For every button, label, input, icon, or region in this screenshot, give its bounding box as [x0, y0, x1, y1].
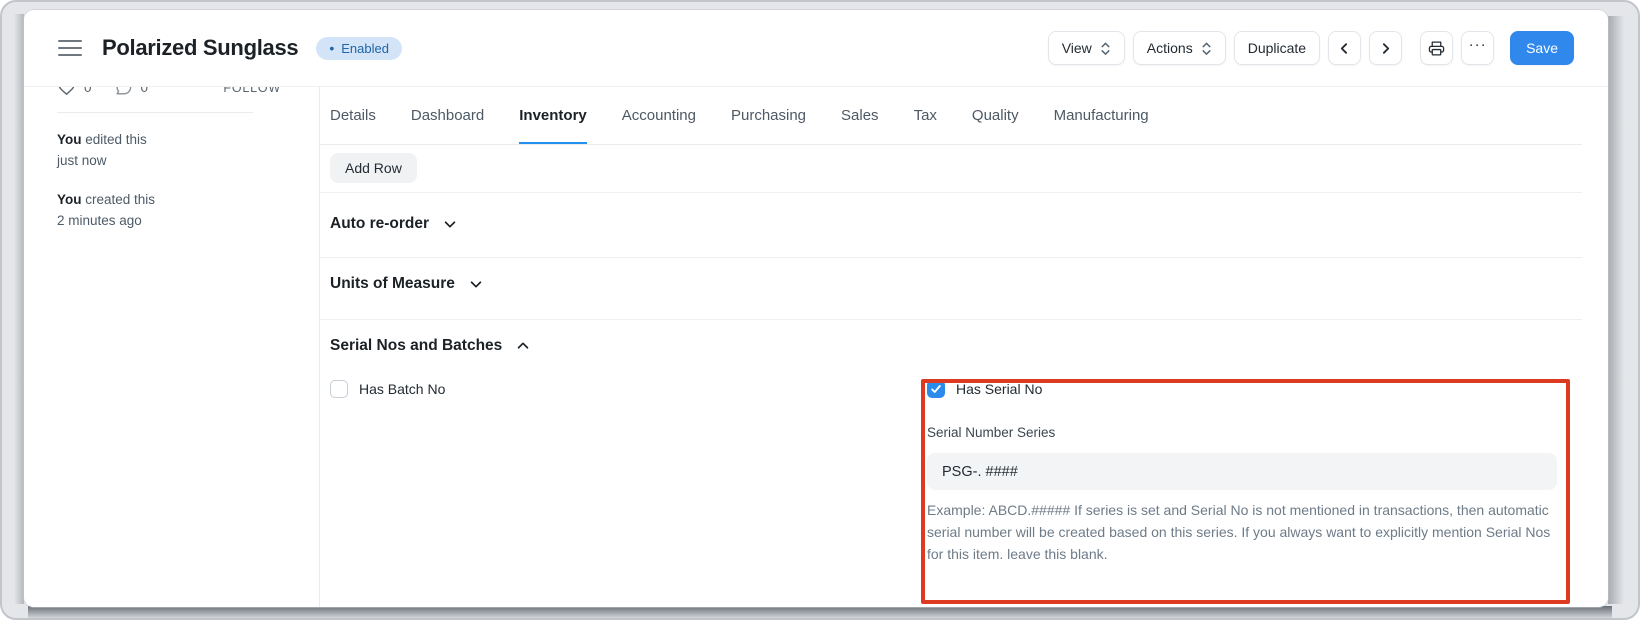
comment-icon[interactable] — [114, 87, 133, 97]
toolbar: View Actions Duplicate — [1048, 31, 1574, 65]
has-batch-no-label: Has Batch No — [359, 381, 445, 397]
serial-number-series-label: Serial Number Series — [927, 425, 1055, 440]
print-button[interactable] — [1420, 31, 1453, 65]
chevron-up-down-icon — [1100, 41, 1111, 56]
tab-tax[interactable]: Tax — [914, 87, 937, 144]
has-serial-no-field[interactable]: Has Serial No — [927, 380, 1042, 398]
window-shadow-bottom — [28, 606, 1612, 620]
serial-number-series-description: Example: ABCD.##### If series is set and… — [927, 499, 1561, 565]
next-record-button[interactable] — [1369, 31, 1402, 65]
section-divider — [320, 257, 1582, 258]
tab-manufacturing[interactable]: Manufacturing — [1054, 87, 1149, 144]
comment-count: 0 — [141, 87, 149, 95]
tabs-bar: Details Dashboard Inventory Accounting P… — [320, 87, 1582, 145]
tab-dashboard[interactable]: Dashboard — [411, 87, 484, 144]
checkmark-icon — [930, 383, 942, 395]
chevron-down-icon — [468, 276, 484, 292]
activity-action: created this — [85, 192, 155, 207]
activity-entry: You edited this just now — [57, 129, 319, 171]
hamburger-menu-icon[interactable] — [58, 40, 82, 57]
activity-when: 2 minutes ago — [57, 210, 319, 231]
app-window: Polarized Sunglass • Enabled View Action… — [24, 10, 1608, 607]
like-count: 0 — [84, 87, 92, 95]
has-batch-no-checkbox[interactable] — [330, 380, 348, 398]
sidebar-follow-row: 0 0 FOLLOW — [57, 87, 281, 97]
duplicate-button[interactable]: Duplicate — [1234, 31, 1320, 65]
sidebar: 0 0 FOLLOW You edited this just now You … — [24, 87, 319, 607]
window-shadow-left — [14, 14, 24, 604]
chevron-left-icon — [1338, 42, 1351, 55]
sidebar-main-divider — [319, 87, 320, 607]
actions-button[interactable]: Actions — [1133, 31, 1226, 65]
previous-record-button[interactable] — [1328, 31, 1361, 65]
has-serial-no-checkbox[interactable] — [927, 380, 945, 398]
save-button[interactable]: Save — [1510, 31, 1574, 65]
tab-purchasing[interactable]: Purchasing — [731, 87, 806, 144]
status-badge-label: Enabled — [341, 42, 389, 55]
serial-number-series-input[interactable] — [927, 453, 1557, 490]
has-serial-no-label: Has Serial No — [956, 381, 1042, 397]
activity-entry: You created this 2 minutes ago — [57, 189, 319, 231]
ellipsis-icon: ··· — [1469, 45, 1487, 51]
tab-accounting[interactable]: Accounting — [622, 87, 696, 144]
add-row-button[interactable]: Add Row — [330, 153, 417, 183]
status-badge: • Enabled — [316, 37, 402, 60]
section-divider — [320, 319, 1582, 320]
section-units-of-measure[interactable]: Units of Measure — [330, 275, 484, 293]
tab-inventory[interactable]: Inventory — [519, 87, 587, 144]
section-serial-nos-batches[interactable]: Serial Nos and Batches — [330, 337, 531, 355]
activity-actor: You — [57, 192, 82, 207]
follow-button[interactable]: FOLLOW — [223, 87, 281, 95]
chevron-down-icon — [442, 216, 458, 232]
activity-when: just now — [57, 150, 319, 171]
view-button[interactable]: View — [1048, 31, 1125, 65]
screenshot-frame: Polarized Sunglass • Enabled View Action… — [0, 0, 1640, 620]
tab-details[interactable]: Details — [330, 87, 376, 144]
section-divider — [320, 192, 1582, 193]
sidebar-divider — [57, 112, 253, 113]
has-batch-no-field[interactable]: Has Batch No — [330, 380, 445, 398]
page-header: Polarized Sunglass • Enabled View Action… — [24, 10, 1608, 87]
tab-sales[interactable]: Sales — [841, 87, 879, 144]
chevron-up-icon — [515, 338, 531, 354]
window-shadow-right — [1608, 16, 1624, 604]
form-area: Details Dashboard Inventory Accounting P… — [320, 87, 1608, 607]
printer-icon — [1428, 40, 1445, 57]
page-title: Polarized Sunglass — [102, 35, 298, 61]
chevron-up-down-icon — [1201, 41, 1212, 56]
activity-action: edited this — [85, 132, 147, 147]
section-auto-reorder[interactable]: Auto re-order — [330, 215, 458, 233]
tab-quality[interactable]: Quality — [972, 87, 1019, 144]
menu-ellipsis-button[interactable]: ··· — [1461, 31, 1494, 65]
chevron-right-icon — [1379, 42, 1392, 55]
activity-actor: You — [57, 132, 82, 147]
heart-icon[interactable] — [57, 87, 76, 97]
